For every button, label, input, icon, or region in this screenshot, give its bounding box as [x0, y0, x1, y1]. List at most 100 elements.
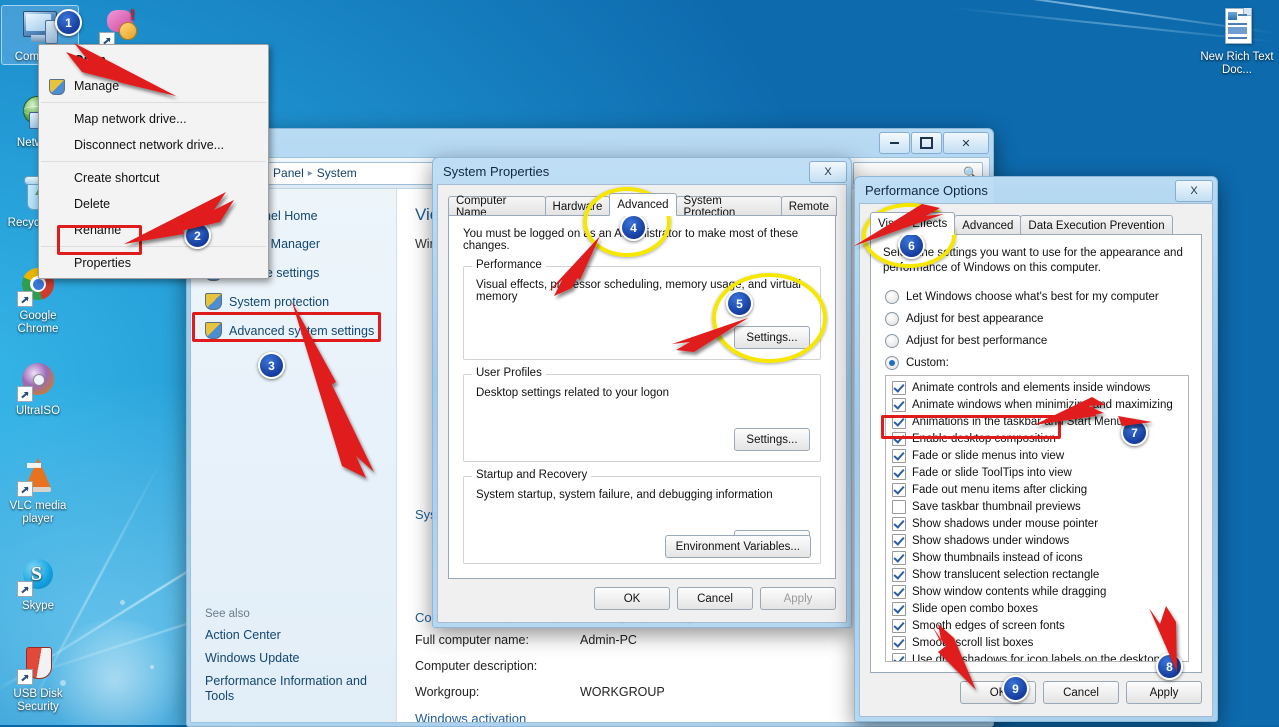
checkbox-indicator	[892, 585, 906, 599]
sidebar-item-label: System protection	[229, 295, 329, 309]
checkbox-label: Slide open combo boxes	[912, 603, 1038, 615]
close-button[interactable]: ✕	[943, 132, 989, 154]
system-window-controls[interactable]: ✕	[879, 132, 989, 154]
checkbox-fade-slide-menus[interactable]: Fade or slide menus into view	[886, 447, 1188, 464]
tab-computer-name[interactable]: Computer Name	[448, 196, 546, 216]
performance-options-tabs[interactable]: Visual Effects Advanced Data Execution P…	[870, 214, 1202, 235]
system-properties-titlebar[interactable]: System Properties X	[433, 158, 851, 186]
visual-effects-pane: Select the settings you want to use for …	[870, 234, 1202, 673]
system-window-titlebar[interactable]: ✕	[187, 129, 993, 157]
tab-data-execution-prevention[interactable]: Data Execution Prevention	[1020, 215, 1172, 235]
step-badge-5: 5	[726, 290, 753, 317]
desktop-icon-vlc[interactable]: VLC media player	[0, 455, 76, 526]
context-menu-divider	[41, 102, 266, 103]
tab-remote[interactable]: Remote	[781, 196, 837, 216]
radio-indicator	[885, 334, 899, 348]
context-menu-item-delete[interactable]: Delete	[39, 191, 268, 217]
field-label: Computer description:	[415, 659, 580, 673]
desktop-icon-label: UltraISO	[0, 405, 76, 418]
group-legend-startup-recovery: Startup and Recovery	[472, 469, 591, 481]
context-menu-item-manage[interactable]: Manage	[39, 73, 268, 99]
see-also-windows-update[interactable]: Windows Update	[205, 651, 386, 666]
shield-icon	[205, 293, 222, 310]
checkbox-smooth-edges-fonts[interactable]: Smooth edges of screen fonts	[886, 617, 1188, 634]
radio-label: Custom:	[906, 357, 949, 369]
breadcrumb-separator: ▸	[308, 168, 313, 179]
minimize-button[interactable]	[879, 132, 910, 154]
desktop-icon-ultraiso[interactable]: UltraISO	[0, 360, 76, 418]
checkbox-fade-slide-tooltips[interactable]: Fade or slide ToolTips into view	[886, 464, 1188, 481]
tab-advanced[interactable]: Advanced	[609, 193, 676, 216]
ok-button[interactable]: OK	[594, 587, 670, 610]
user-profiles-description: Desktop settings related to your logon	[476, 387, 808, 399]
close-button[interactable]: X	[1175, 180, 1213, 202]
field-value: Admin-PC	[580, 633, 637, 647]
user-profiles-group: User Profiles Desktop settings related t…	[463, 374, 821, 462]
checkbox-animate-controls[interactable]: Animate controls and elements inside win…	[886, 379, 1188, 396]
checkbox-save-taskbar-thumbnails[interactable]: Save taskbar thumbnail previews	[886, 498, 1188, 515]
cancel-button[interactable]: Cancel	[677, 587, 753, 610]
chat-shortcut-icon: !	[99, 6, 141, 48]
radio-best-performance[interactable]: Adjust for best performance	[885, 334, 1189, 348]
context-menu-item-create-shortcut[interactable]: Create shortcut	[39, 165, 268, 191]
checkbox-indicator	[892, 636, 906, 650]
checkbox-window-contents-dragging[interactable]: Show window contents while dragging	[886, 583, 1188, 600]
performance-options-window-controls[interactable]: X	[1175, 180, 1213, 202]
checkbox-indicator	[892, 483, 906, 497]
breadcrumb-system[interactable]: System	[317, 166, 357, 180]
checkbox-label: Use drop shadows for icon labels on the …	[912, 654, 1160, 663]
checkbox-animate-windows[interactable]: Animate windows when minimizing and maxi…	[886, 396, 1188, 413]
desktop-icon-label: Skype	[0, 600, 76, 613]
checkbox-thumbnails-instead-icons[interactable]: Show thumbnails instead of icons	[886, 549, 1188, 566]
checkbox-slide-open-combo-boxes[interactable]: Slide open combo boxes	[886, 600, 1188, 617]
system-properties-tabs[interactable]: Computer Name Hardware Advanced System P…	[448, 195, 836, 216]
checkbox-indicator	[892, 653, 906, 663]
context-menu-item-open[interactable]: Open	[39, 47, 268, 73]
close-button[interactable]: X	[809, 161, 847, 183]
context-menu-item-map-network-drive[interactable]: Map network drive...	[39, 106, 268, 132]
step-badge-8: 8	[1156, 653, 1183, 680]
step-badge-4: 4	[620, 214, 647, 241]
radio-best-appearance[interactable]: Adjust for best appearance	[885, 312, 1189, 326]
cancel-button[interactable]: Cancel	[1043, 681, 1119, 704]
maximize-button[interactable]	[911, 132, 942, 154]
radio-let-windows-choose[interactable]: Let Windows choose what's best for my co…	[885, 290, 1189, 304]
checkbox-indicator	[892, 619, 906, 633]
checkbox-drop-shadows-icon-labels[interactable]: Use drop shadows for icon labels on the …	[886, 651, 1188, 662]
desktop-icon-new-rich-text-doc[interactable]: New Rich Text Doc...	[1199, 6, 1275, 77]
dialog-title: Performance Options	[865, 183, 988, 198]
step-badge-3: 3	[258, 352, 285, 379]
see-also-performance-info[interactable]: Performance Information and Tools	[205, 674, 386, 704]
ultraiso-icon	[17, 360, 59, 402]
apply-button[interactable]: Apply	[1126, 681, 1202, 704]
checkbox-label: Smooth-scroll list boxes	[912, 637, 1033, 649]
checkbox-shadows-under-windows[interactable]: Show shadows under windows	[886, 532, 1188, 549]
tab-visual-effects[interactable]: Visual Effects	[870, 212, 955, 235]
checkbox-fade-out-menu-items[interactable]: Fade out menu items after clicking	[886, 481, 1188, 498]
usb-disk-security-icon	[17, 643, 59, 685]
tab-advanced[interactable]: Advanced	[954, 215, 1021, 235]
radio-custom[interactable]: Custom:	[885, 356, 1189, 370]
checkbox-label: Save taskbar thumbnail previews	[912, 501, 1081, 513]
step-badge-2: 2	[184, 222, 211, 249]
step-badge-9: 9	[1002, 675, 1029, 702]
desktop-icon-skype[interactable]: S Skype	[0, 555, 76, 613]
checkbox-indicator	[892, 466, 906, 480]
apply-button[interactable]: Apply	[760, 587, 836, 610]
see-also-action-center[interactable]: Action Center	[205, 628, 386, 643]
field-value: WORKGROUP	[580, 685, 665, 699]
environment-variables-button[interactable]: Environment Variables...	[665, 535, 811, 558]
tab-system-protection[interactable]: System Protection	[676, 196, 782, 216]
step-badge-7: 7	[1121, 419, 1148, 446]
performance-options-titlebar[interactable]: Performance Options X	[855, 177, 1217, 205]
context-menu-item-disconnect-network-drive[interactable]: Disconnect network drive...	[39, 132, 268, 158]
checkbox-translucent-selection[interactable]: Show translucent selection rectangle	[886, 566, 1188, 583]
checkbox-smooth-scroll-list-boxes[interactable]: Smooth-scroll list boxes	[886, 634, 1188, 651]
system-properties-window-controls[interactable]: X	[809, 161, 847, 183]
user-profiles-settings-button[interactable]: Settings...	[734, 428, 810, 451]
checkbox-label: Animate windows when minimizing and maxi…	[912, 399, 1173, 411]
skype-icon: S	[17, 555, 59, 597]
checkbox-shadows-mouse-pointer[interactable]: Show shadows under mouse pointer	[886, 515, 1188, 532]
desktop-icon-usb-disk-security[interactable]: USB Disk Security	[0, 643, 76, 714]
system-properties-footer: OK Cancel Apply	[594, 587, 836, 610]
